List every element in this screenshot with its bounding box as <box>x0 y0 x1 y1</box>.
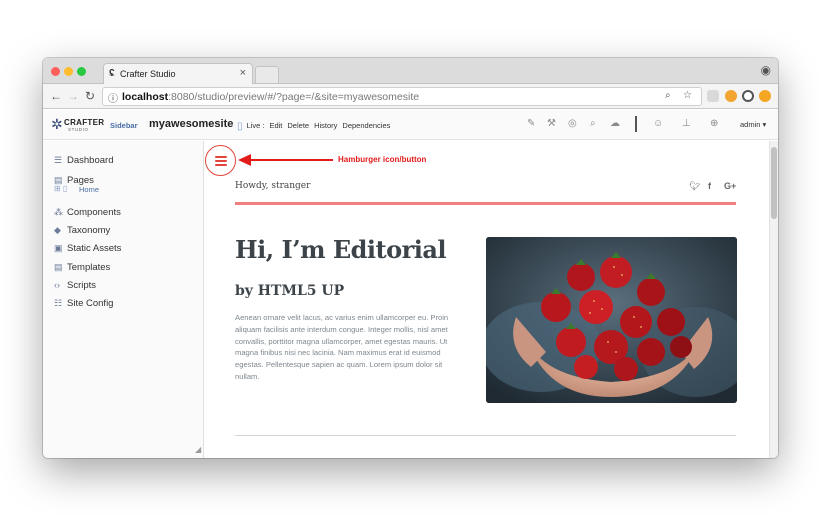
logo-sub: STUDIO <box>68 127 89 132</box>
cookie-extension-icon[interactable] <box>725 90 737 102</box>
crafter-logo[interactable]: ✲ CRAFTER STUDIO <box>51 116 105 134</box>
crafter-favicon-icon: ʢ <box>109 68 115 79</box>
sidebar-item-label: Components <box>67 207 121 218</box>
components-icon: ⁂ <box>54 207 63 217</box>
history-link[interactable]: History <box>314 121 337 130</box>
search-icon[interactable]: ⌕ <box>590 118 596 129</box>
zoom-icon[interactable]: ⌕ <box>665 90 671 101</box>
delete-link[interactable]: Delete <box>287 121 309 130</box>
intro-paragraph: Aenean ornare velit lacus, ac varius eni… <box>235 313 449 381</box>
cloud-upload-icon[interactable]: ☁ <box>610 118 620 129</box>
live-label: Live : <box>246 121 265 130</box>
dependencies-link[interactable]: Dependencies <box>342 121 390 130</box>
google-plus-icon[interactable]: G+ <box>724 181 736 191</box>
url-host: localhost <box>122 91 169 103</box>
toolbar-divider <box>635 116 637 132</box>
header-divider <box>235 202 736 205</box>
hamburger-menu-button[interactable] <box>205 145 236 176</box>
info-icon[interactable]: ⓘ <box>108 90 118 105</box>
forward-icon[interactable]: → <box>67 89 79 103</box>
site-preview: Hamburger icon/button Howdy, stranger 🐦︎… <box>205 141 778 458</box>
back-icon[interactable]: ← <box>50 89 62 103</box>
bookmark-star-icon[interactable]: ☆ <box>683 90 692 101</box>
tab-bar: ʢ Crafter Studio × ◉ <box>43 58 778 85</box>
sidebar-toggle-link[interactable]: Sidebar <box>110 121 138 130</box>
strawberries-image <box>486 237 737 403</box>
sidebar-item-label: Static Assets <box>67 243 122 254</box>
extension-icon[interactable] <box>707 90 719 102</box>
crafter-logo-icon: ✲ <box>51 116 63 132</box>
taxonomy-icon: ◆ <box>54 225 61 235</box>
sidebar-item-static-assets[interactable]: ▣ Static Assets <box>54 243 121 254</box>
tab-close-icon[interactable]: × <box>240 67 246 79</box>
sidebar-item-label: Scripts <box>67 280 97 291</box>
new-tab-button[interactable] <box>255 66 279 83</box>
hamburger-bar <box>215 164 227 166</box>
target-extension-icon[interactable] <box>742 90 754 102</box>
address-bar: ← → ↻ ⓘ localhost:8080/studio/preview/#/… <box>43 84 778 109</box>
wrench-icon[interactable]: ⚒ <box>547 118 556 129</box>
resize-handle-icon[interactable]: ◢ <box>195 445 201 454</box>
templates-icon: ▤ <box>54 262 63 272</box>
page-heading: Hi, I’m Editorial <box>235 235 447 264</box>
facebook-icon[interactable]: f <box>708 181 711 191</box>
browser-tab[interactable]: ʢ Crafter Studio × <box>103 63 253 85</box>
sidebar-item-label: Taxonomy <box>67 225 111 236</box>
sidebar-item-taxonomy[interactable]: ◆ Taxonomy <box>54 225 110 236</box>
sync-extension-icon[interactable] <box>759 90 771 102</box>
edit-link[interactable]: Edit <box>269 121 282 130</box>
twitter-icon[interactable]: 🐦︎ <box>689 181 700 192</box>
sidebar-item-site-config[interactable]: ☷ Site Config <box>54 298 113 309</box>
static-assets-icon: ▣ <box>54 243 63 253</box>
greeting-text: Howdy, stranger <box>235 181 311 191</box>
hamburger-bar <box>215 156 227 158</box>
scrollbar-thumb[interactable] <box>771 147 777 219</box>
preview-scrollbar[interactable] <box>769 141 778 458</box>
url-input[interactable]: ⓘ localhost:8080/studio/preview/#/?page=… <box>102 87 702 106</box>
studio-toolbar: ✲ CRAFTER STUDIO Sidebar myawesomesite ▯… <box>43 110 778 140</box>
browser-window: ʢ Crafter Studio × ◉ ← → ↻ ⓘ localhost:8… <box>43 58 778 458</box>
section-divider <box>235 435 736 436</box>
user-name: admin <box>740 120 761 129</box>
target-icon[interactable]: ◎ <box>568 118 577 129</box>
sidebar-item-label: Dashboard <box>67 155 114 166</box>
annotation-arrow-line <box>250 159 333 161</box>
dashboard-icon: ☰ <box>54 155 63 165</box>
hamburger-bar <box>215 160 227 162</box>
globe-icon[interactable]: ⊕ <box>710 118 718 129</box>
annotation-label: Hamburger icon/button <box>338 155 427 164</box>
tree-item-home[interactable]: Home <box>79 185 99 194</box>
reload-icon[interactable]: ↻ <box>85 89 95 103</box>
profile-icon[interactable]: ◉ <box>761 63 771 77</box>
close-window-button[interactable] <box>51 67 60 76</box>
sidebar-item-templates[interactable]: ▤ Templates <box>54 262 110 273</box>
tree-expand-icon[interactable]: ⊞ ▯ <box>54 184 67 193</box>
url-path: :8080/studio/preview/#/?page=/&site=myaw… <box>168 91 420 103</box>
sidebar-item-components[interactable]: ⁂ Components <box>54 207 121 218</box>
page-subheading: by HTML5 UP <box>235 283 345 299</box>
strawberries-photo <box>486 237 737 403</box>
users-icon[interactable]: ☺ <box>653 118 663 129</box>
pencil-icon[interactable]: ✎ <box>527 118 535 129</box>
sidebar-item-label: Site Config <box>67 298 114 309</box>
studio-sidebar: ☰ Dashboard ▤ Pages ⊞ ▯ Home ⁂ Components ◆… <box>43 141 204 458</box>
scripts-icon: ‹› <box>54 280 60 290</box>
sitemap-icon[interactable]: ⊥ <box>682 118 691 129</box>
site-name[interactable]: myawesomesite <box>149 118 233 130</box>
minimize-window-button[interactable] <box>64 67 73 76</box>
site-config-icon: ☷ <box>54 298 63 308</box>
maximize-window-button[interactable] <box>77 67 86 76</box>
page-icon: ▯ <box>237 121 243 132</box>
tab-title: Crafter Studio <box>120 69 176 79</box>
live-actions: ▯ Live : Edit Delete History Dependencies <box>237 120 395 132</box>
user-menu[interactable]: admin ▾ <box>740 120 766 129</box>
sidebar-item-dashboard[interactable]: ☰ Dashboard <box>54 155 113 166</box>
sidebar-item-label: Templates <box>67 262 111 273</box>
logo-word: CRAFTER <box>64 118 105 127</box>
sidebar-item-scripts[interactable]: ‹› Scripts <box>54 280 96 291</box>
